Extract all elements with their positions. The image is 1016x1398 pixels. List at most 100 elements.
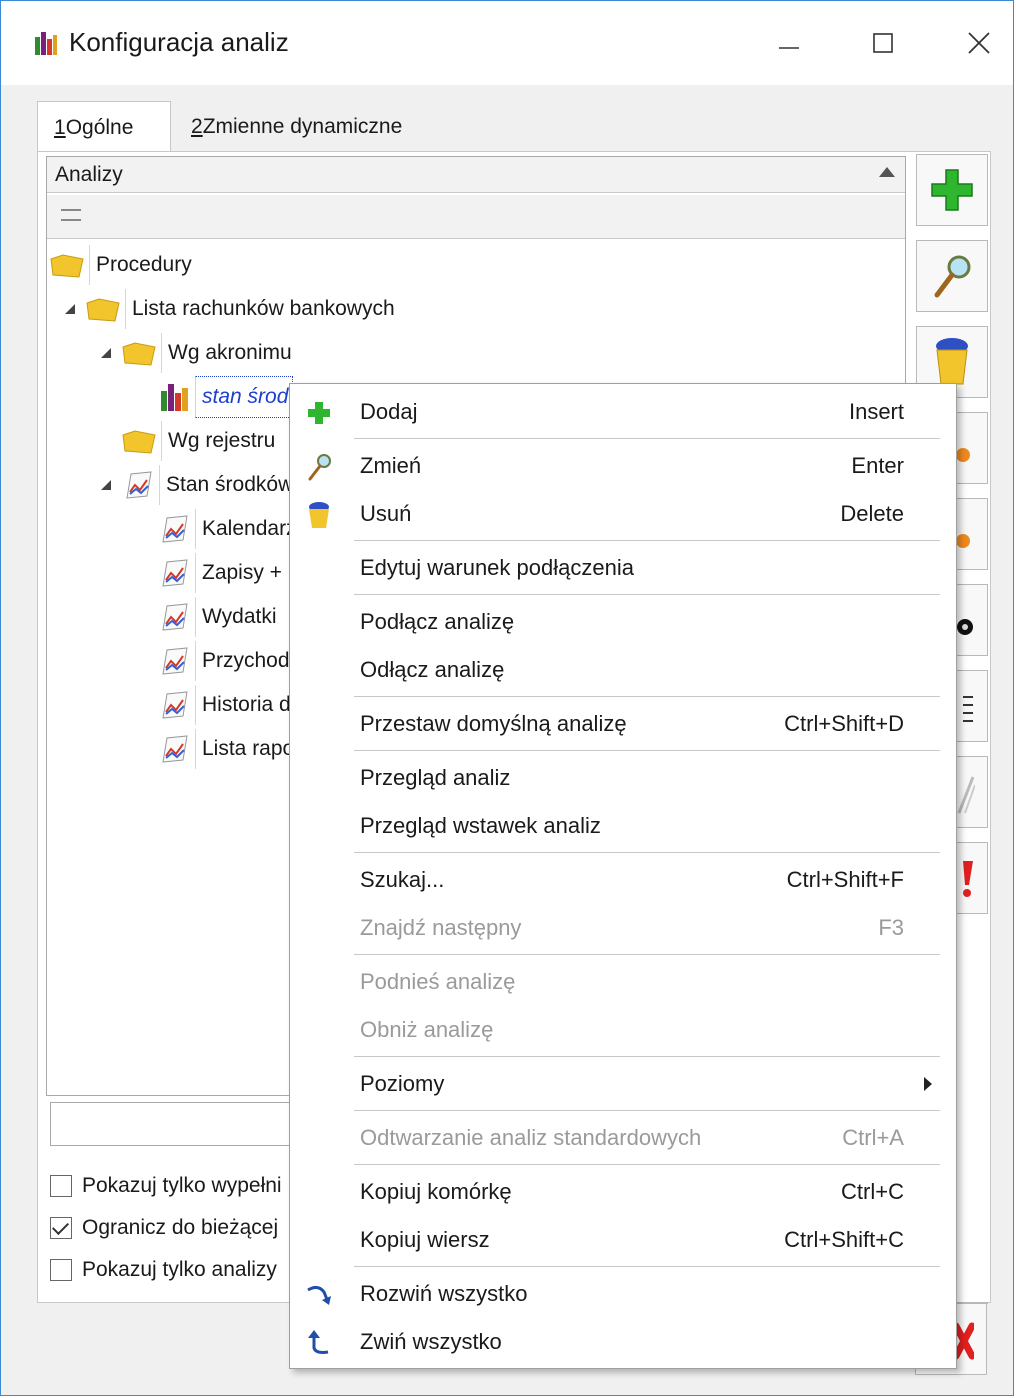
tree-node-wg-rejestru[interactable]: Wg rejestru	[121, 421, 275, 461]
report-document-icon	[162, 735, 188, 763]
menu-separator	[354, 438, 940, 439]
menu-item-podlacz[interactable]: Podłącz analizę	[290, 598, 956, 646]
checkbox-row[interactable]: Pokazuj tylko wypełni	[50, 1170, 282, 1202]
tree-node-label: Kalendarz	[195, 509, 297, 549]
tree-node-lista-rachunkow[interactable]: Lista rachunków bankowych	[63, 289, 395, 329]
expanded-arrow-icon[interactable]	[99, 478, 113, 492]
edit-button[interactable]	[916, 240, 988, 312]
menu-item-odtwarzanie: Odtwarzanie analiz standardowych Ctrl+A	[290, 1114, 956, 1162]
menu-item-label: Rozwiń wszystko	[360, 1281, 528, 1306]
menu-separator	[354, 750, 940, 751]
menu-item-poziomy[interactable]: Poziomy	[290, 1060, 956, 1108]
tree-node-label: Przychod	[195, 641, 290, 681]
tree-node-label: Wg akronimu	[161, 333, 292, 373]
menu-separator	[354, 1110, 940, 1111]
tree-node-report[interactable]: Historia d	[157, 685, 291, 725]
checkbox-label: Ogranicz do bieżącej	[82, 1216, 279, 1239]
tree-node-wg-akronimu[interactable]: Wg akronimu	[99, 333, 292, 373]
menu-item-szukaj[interactable]: Szukaj... Ctrl+Shift+F	[290, 856, 956, 904]
tab-label: Ogólne	[65, 115, 134, 139]
window-title: Konfiguracja analiz	[69, 27, 289, 57]
menu-item-edytuj-warunek[interactable]: Edytuj warunek podłączenia	[290, 544, 956, 592]
tab-accel-key: 2	[191, 115, 203, 138]
close-window-button[interactable]	[949, 21, 1009, 65]
menu-item-shortcut: Ctrl+Shift+F	[786, 867, 904, 892]
tree-node-report[interactable]: Przychod	[157, 641, 290, 681]
menu-separator	[354, 540, 940, 541]
tree-node-label: Wydatki	[195, 597, 277, 637]
checkbox-label: Pokazuj tylko analizy	[82, 1258, 277, 1281]
submenu-arrow-icon	[924, 1077, 932, 1091]
menu-item-kopiuj-wiersz[interactable]: Kopiuj wiersz Ctrl+Shift+C	[290, 1216, 956, 1264]
checkbox-unchecked[interactable]	[50, 1175, 72, 1197]
menu-item-label: Edytuj warunek podłączenia	[360, 555, 634, 580]
menu-item-rozwin[interactable]: Rozwiń wszystko	[290, 1270, 956, 1318]
menu-item-usun[interactable]: Usuń Delete	[290, 490, 956, 538]
dialog-window: Konfiguracja analiz 1 Ogólne 2 Zmienne d…	[0, 0, 1014, 1396]
menu-item-label: Poziomy	[360, 1071, 445, 1096]
minimize-icon	[779, 47, 799, 49]
tree-node-report[interactable]: Kalendarz	[157, 509, 297, 549]
menu-item-zwin[interactable]: Zwiń wszystko	[290, 1318, 956, 1366]
column-header-label: Analizy	[55, 162, 123, 186]
tab-ogolne[interactable]: 1 Ogólne	[37, 101, 171, 153]
maximize-button[interactable]	[853, 21, 913, 65]
menu-item-odlacz[interactable]: Odłącz analizę	[290, 646, 956, 694]
menu-item-dodaj[interactable]: Dodaj Insert	[290, 388, 956, 436]
folder-icon	[86, 298, 120, 322]
tree-node-report[interactable]: Lista rapo	[157, 729, 294, 769]
menu-separator	[354, 1164, 940, 1165]
checkbox-unchecked[interactable]	[50, 1259, 72, 1281]
tree-node-report[interactable]: Zapisy +	[157, 553, 282, 593]
menu-item-shortcut: Delete	[840, 501, 904, 526]
plus-icon	[308, 402, 330, 424]
menu-separator	[354, 954, 940, 955]
expanded-arrow-icon[interactable]	[99, 346, 113, 360]
plus-icon	[931, 169, 973, 211]
menu-item-przeglad-wstawek[interactable]: Przegląd wstawek analiz	[290, 802, 956, 850]
tree-node-stan-srodkow[interactable]: Stan środków	[99, 465, 293, 505]
checkbox-checked[interactable]	[50, 1217, 72, 1239]
column-header-analizy[interactable]: Analizy	[47, 157, 905, 193]
menu-item-label: Podnieś analizę	[360, 969, 516, 994]
menu-item-przestaw[interactable]: Przestaw domyślną analizę Ctrl+Shift+D	[290, 700, 956, 748]
tab-accel-key: 1	[54, 115, 66, 139]
tree-node-stan-srod[interactable]: stan środ	[159, 376, 294, 418]
menu-item-przeglad-analiz[interactable]: Przegląd analiz	[290, 754, 956, 802]
tree-node-label: Zapisy +	[195, 553, 282, 593]
tab-label: Zmienne dynamiczne	[202, 115, 403, 138]
menu-item-shortcut: Ctrl+A	[842, 1125, 904, 1150]
checkbox-row[interactable]: Pokazuj tylko analizy	[50, 1254, 277, 1286]
collapse-all-icon	[308, 1330, 329, 1354]
menu-item-zmien[interactable]: Zmień Enter	[290, 442, 956, 490]
menu-item-shortcut: F3	[878, 915, 904, 940]
minimize-button[interactable]	[759, 21, 819, 65]
add-button[interactable]	[916, 154, 988, 226]
tab-zmienne-dynamiczne[interactable]: 2 Zmienne dynamiczne	[175, 101, 435, 153]
menu-item-label: Zwiń wszystko	[360, 1329, 502, 1354]
menu-item-shortcut: Ctrl+C	[841, 1179, 904, 1204]
menu-item-label: Kopiuj wiersz	[360, 1227, 490, 1252]
checkbox-row[interactable]: Ogranicz do bieżącej	[50, 1212, 278, 1244]
report-document-icon	[162, 647, 188, 675]
menu-item-label: Szukaj...	[360, 867, 445, 892]
tree-node-label-selected: stan środ	[195, 376, 294, 418]
tree-node-label: Lista rapo	[195, 729, 294, 769]
tree-node-procedury[interactable]: Procedury	[49, 245, 192, 285]
tree-node-label: Procedury	[89, 245, 192, 285]
menu-separator	[354, 1056, 940, 1057]
menu-item-label: Przestaw domyślną analizę	[360, 711, 627, 736]
report-document-icon	[162, 691, 188, 719]
menu-item-label: Przegląd wstawek analiz	[360, 813, 601, 838]
tree-node-report[interactable]: Wydatki	[157, 597, 277, 637]
expand-all-icon	[307, 1285, 331, 1305]
expanded-arrow-icon[interactable]	[63, 302, 77, 316]
filter-row[interactable]	[47, 195, 905, 239]
context-menu: Dodaj Insert Zmień Enter Usuń Delete Edy…	[289, 383, 957, 1369]
menu-item-label: Kopiuj komórkę	[360, 1179, 512, 1204]
folder-icon	[122, 342, 156, 366]
search-input[interactable]	[50, 1102, 310, 1146]
menu-item-label: Dodaj	[360, 399, 418, 424]
menu-item-podnies: Podnieś analizę	[290, 958, 956, 1006]
menu-item-kopiuj-komorke[interactable]: Kopiuj komórkę Ctrl+C	[290, 1168, 956, 1216]
